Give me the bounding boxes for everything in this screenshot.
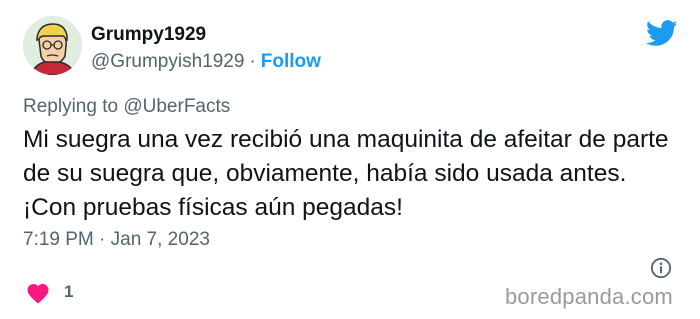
replying-prefix: Replying to <box>23 96 119 117</box>
separator-dot: · <box>249 51 256 72</box>
heart-icon[interactable] <box>26 282 50 304</box>
avatar-image <box>23 16 82 75</box>
author-handle-row: @Grumpyish1929 · Follow <box>91 51 321 73</box>
author-display-name[interactable]: Grumpy1929 <box>91 24 206 46</box>
info-icon[interactable] <box>650 257 672 279</box>
watermark: boredpanda.com <box>505 284 673 309</box>
reply-mention-link[interactable]: @UberFacts <box>123 96 230 117</box>
tweet-text: Mi suegra una vez recibió una maquinita … <box>23 126 669 221</box>
replying-to: Replying to @UberFacts <box>23 96 230 118</box>
follow-button[interactable]: Follow <box>261 51 321 72</box>
tweet-timestamp[interactable]: 7:19 PM · Jan 7, 2023 <box>23 229 210 251</box>
author-handle[interactable]: @Grumpyish1929 <box>91 51 244 72</box>
avatar[interactable] <box>23 16 82 75</box>
like-count: 1 <box>64 282 74 301</box>
twitter-bird-icon[interactable] <box>646 20 678 47</box>
